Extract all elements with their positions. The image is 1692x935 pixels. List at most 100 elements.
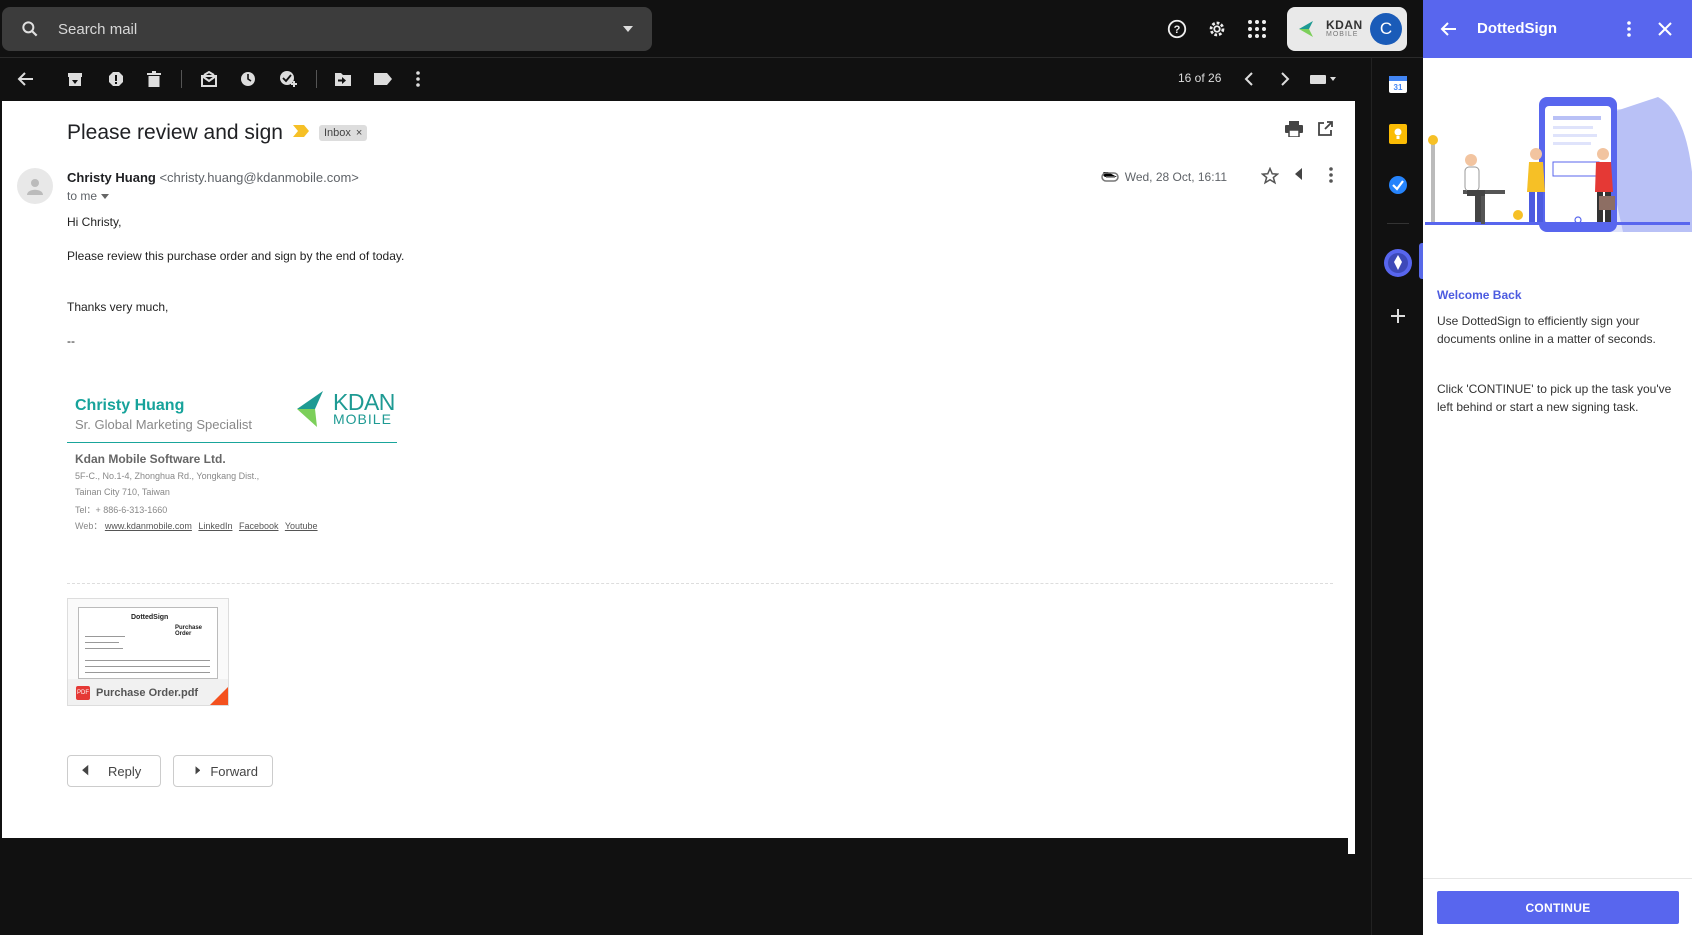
sender-name[interactable]: Christy Huang [67, 170, 156, 185]
signing-illustration [1425, 97, 1692, 232]
body-line: Please review this purchase order and si… [67, 249, 405, 263]
keyboard-input-icon[interactable] [1307, 66, 1341, 92]
email-toolbar: 16 of 26 [0, 58, 1371, 100]
subject-row: Please review and sign Inbox × [67, 121, 368, 145]
search-bar[interactable]: Search mail [2, 7, 652, 51]
sender-avatar[interactable] [17, 168, 53, 204]
attachment-divider [67, 583, 1333, 584]
email-date: Wed, 28 Oct, 16:11 [1124, 170, 1227, 184]
email-view: Please review and sign Inbox × Christy H… [2, 101, 1355, 838]
sender-email: <christy.huang@kdanmobile.com> [159, 170, 359, 185]
side-app-rail: 31 [1371, 58, 1424, 935]
move-to-icon[interactable] [330, 66, 356, 92]
signature-title: Sr. Global Marketing Specialist [75, 417, 253, 432]
close-icon[interactable] [1653, 17, 1677, 41]
email-meta: Wed, 28 Oct, 16:11 [1100, 170, 1227, 184]
account-logo-sub: MOBILE [1326, 30, 1359, 38]
avatar[interactable]: C [1370, 13, 1402, 45]
reply-icon[interactable] [1295, 167, 1313, 190]
signature-logo-text: KDAN [333, 389, 395, 415]
welcome-heading: Welcome Back [1437, 288, 1522, 302]
account-logo-text: KDAN [1326, 17, 1363, 32]
forward-button[interactable]: Forward [173, 755, 273, 787]
account-chip[interactable]: KDAN MOBILE C [1287, 7, 1407, 51]
help-icon[interactable]: ? [1160, 10, 1194, 48]
link-linkedin[interactable]: LinkedIn [198, 521, 232, 531]
delete-icon[interactable] [141, 66, 167, 92]
signature-name: Christy Huang [75, 397, 185, 414]
signature-logo-sub: MOBILE [333, 411, 392, 427]
kdan-logo: KDAN MOBILE [1299, 17, 1363, 39]
link-facebook[interactable]: Facebook [239, 521, 279, 531]
calendar-icon[interactable]: 31 [1385, 71, 1411, 97]
chevron-left-icon[interactable] [1236, 66, 1262, 92]
mark-unread-icon[interactable] [196, 66, 222, 92]
recipient-line[interactable]: to me [67, 189, 110, 203]
keep-icon[interactable] [1385, 121, 1411, 147]
attachment-corner-icon [210, 687, 228, 705]
apps-grid-icon[interactable] [1240, 10, 1274, 48]
print-icon[interactable] [1285, 121, 1303, 142]
pdf-icon: PDF [76, 686, 90, 700]
archive-icon[interactable] [62, 66, 88, 92]
more-vertical-icon[interactable] [1617, 17, 1641, 41]
signature-tel: Tel：+ 886-6-313-1660 [75, 505, 168, 515]
add-addon-icon[interactable] [1385, 303, 1411, 329]
panel-instructions: Click 'CONTINUE' to pick up the task you… [1437, 382, 1672, 414]
svg-text:?: ? [1174, 24, 1181, 36]
thumbnail-line [85, 642, 119, 643]
search-icon[interactable] [2, 19, 58, 39]
reply-button[interactable]: Reply [67, 755, 161, 787]
email-view-edge [1348, 838, 1355, 854]
signature-rule [67, 442, 397, 443]
snooze-icon[interactable] [235, 66, 261, 92]
label-badge: Inbox × [318, 125, 368, 141]
importance-marker-icon[interactable] [292, 124, 309, 142]
star-icon[interactable] [1260, 166, 1280, 190]
remove-label-icon[interactable]: × [356, 127, 362, 139]
toolbar-divider [316, 70, 317, 88]
more-vertical-icon[interactable] [405, 66, 431, 92]
search-options-icon[interactable] [604, 25, 652, 33]
dottedsign-panel: DottedSign Welcome Back Use DottedSign t… [1423, 0, 1692, 935]
back-arrow-icon[interactable] [13, 66, 39, 92]
subject-actions [1285, 121, 1333, 142]
label-icon[interactable] [370, 66, 396, 92]
tasks-icon[interactable] [1385, 172, 1411, 198]
forward-icon [195, 766, 201, 775]
search-input[interactable]: Search mail [58, 21, 604, 38]
email-subject: Please review and sign [67, 121, 283, 144]
thumbnail-line [85, 648, 123, 649]
open-new-window-icon[interactable] [1317, 121, 1333, 142]
message-counter: 16 of 26 [1178, 71, 1222, 85]
label-badge-text: Inbox [323, 127, 351, 139]
continue-button[interactable]: CONTINUE [1437, 891, 1679, 924]
chevron-right-icon[interactable] [1272, 66, 1298, 92]
svg-text:31: 31 [1394, 83, 1403, 92]
link-youtube[interactable]: Youtube [285, 521, 318, 531]
report-spam-icon[interactable] [103, 66, 129, 92]
body-greeting: Hi Christy, [67, 215, 122, 229]
chevron-down-icon[interactable] [101, 193, 110, 199]
attachment-card[interactable]: DottedSign Purchase Order PDF Purchase O… [67, 598, 229, 706]
link-website[interactable]: www.kdanmobile.com [105, 521, 192, 531]
gear-icon[interactable] [1200, 10, 1234, 48]
signature-address-2: Tainan City 710, Taiwan [75, 487, 170, 497]
attachment-filename: Purchase Order.pdf [96, 687, 199, 699]
signature-logo: KDAN MOBILE [297, 391, 395, 427]
body-thanks: Thanks very much, [67, 300, 169, 314]
dottedsign-addon-icon[interactable] [1383, 248, 1413, 278]
sender-line: Christy Huang <christy.huang@kdanmobile.… [67, 170, 359, 185]
rail-divider [1387, 223, 1409, 224]
more-vertical-icon[interactable] [1329, 167, 1333, 190]
signature-company: Kdan Mobile Software Ltd. [75, 452, 226, 466]
back-arrow-icon[interactable] [1437, 17, 1461, 41]
top-bar: Search mail ? KDAN MOBILE C [0, 0, 1423, 58]
thumbnail-line [85, 660, 210, 661]
add-task-icon[interactable] [275, 66, 301, 92]
panel-title: DottedSign [1477, 20, 1557, 37]
reply-button-label: Reply [108, 763, 142, 779]
panel-description: Use DottedSign to efficiently sign your … [1437, 314, 1656, 346]
thumbnail-line [85, 672, 210, 673]
message-actions [1260, 166, 1333, 190]
